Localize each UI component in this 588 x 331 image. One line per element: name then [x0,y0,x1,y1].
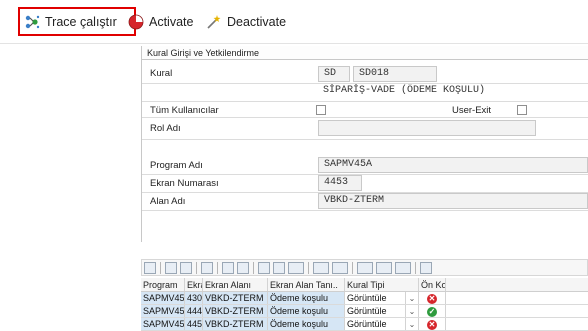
program-adi-label: Program Adı [150,160,203,171]
cell-filler [446,318,588,330]
cell-on-kosul[interactable]: ✕ [419,318,446,330]
cell-ekran-alani: VBKD-ZTERM [203,305,268,317]
activate-icon [128,14,144,30]
error-status-icon: ✕ [427,294,437,304]
row-divider [142,117,588,118]
application-toolbar: Trace çalıştır Activate Deactivate [0,0,588,44]
column-header-ekran-alani[interactable]: Ekran Alanı [203,278,268,291]
cell-ekran-alan-tanimi: Ödeme koşulu [268,318,345,330]
column-header-program[interactable]: Program [141,278,185,291]
cell-kural-tipi[interactable]: Görüntüle [345,292,406,304]
activate-button[interactable]: Activate [128,10,193,34]
cell-kural-tipi[interactable]: Görüntüle [345,318,406,330]
row-divider [142,174,588,175]
details-icon[interactable] [144,261,156,274]
deactivate-button[interactable]: Deactivate [206,10,286,34]
row-divider [142,101,588,102]
trace-run-label: Trace çalıştır [45,14,117,29]
table-row[interactable]: SAPMV45A 4440 VBKD-ZTERM Ödeme koşulu Gö… [141,305,588,318]
column-header-kural-tipi[interactable]: Kural Tipi [345,278,419,291]
program-adi-field[interactable]: SAPMV45A [318,157,588,173]
toolbar-separator [308,261,309,274]
kural-label: Kural [150,68,173,79]
toolbar-separator [253,261,254,274]
cell-ekran: 4303 [185,292,203,304]
kural-description: SİPARİŞ-VADE (ÖDEME KOŞULU) [318,84,588,100]
user-exit-checkbox[interactable] [517,105,527,115]
cell-program: SAPMV45A [141,305,185,317]
cell-ekran-alani: VBKD-ZTERM [203,292,268,304]
export-icon[interactable] [376,261,392,274]
kural-area-field[interactable]: SD [318,66,350,82]
toolbar-separator [196,261,197,274]
toolbar-separator [217,261,218,274]
cell-ekran-alani: VBKD-ZTERM [203,318,268,330]
row-divider [142,139,588,140]
filter-icon[interactable] [288,261,304,274]
ekran-numarasi-field[interactable]: 4453 [318,175,362,191]
cell-ekran: 4440 [185,305,203,317]
row-divider [142,210,588,211]
cell-filler [446,292,588,304]
kural-code-field[interactable]: SD018 [353,66,437,82]
delete-row-icon[interactable] [201,261,213,274]
chevron-down-icon[interactable]: ⌄ [406,292,419,304]
rol-adi-label: Rol Adı [150,123,181,134]
column-header-filler [446,278,588,291]
layout-icon[interactable] [395,261,411,274]
trace-icon [24,14,40,30]
find-icon[interactable] [258,261,270,274]
cell-program: SAPMV45A [141,292,185,304]
sort-descending-icon[interactable] [237,261,249,274]
cell-program: SAPMV45A [141,318,185,330]
column-header-ekran[interactable]: Ekran [185,278,203,291]
check-status-icon: ✓ [427,307,437,317]
cell-ekran: 4453 [185,318,203,330]
user-exit-label: User-Exit [452,105,492,116]
toolbar-separator [415,261,416,274]
grid-header: Program Ekran Ekran Alanı Ekran Alan Tan… [141,278,588,292]
error-status-icon: ✕ [427,320,437,330]
refresh-icon[interactable] [165,261,177,274]
cell-on-kosul[interactable]: ✓ [419,305,446,317]
table-row[interactable]: SAPMV45A 4453 VBKD-ZTERM Ödeme koşulu Gö… [141,318,588,331]
alan-adi-label: Alan Adı [150,196,186,207]
chevron-down-icon[interactable]: ⌄ [406,305,419,317]
copy-icon[interactable] [180,261,192,274]
ekran-numarasi-label: Ekran Numarası [150,178,219,189]
sort-ascending-icon[interactable] [222,261,234,274]
table-row[interactable]: SAPMV45A 4303 VBKD-ZTERM Ödeme koşulu Gö… [141,292,588,305]
toolbar-separator [160,261,161,274]
toolbar-divider [0,43,588,44]
toolbar-separator [352,261,353,274]
cell-kural-tipi[interactable]: Görüntüle [345,305,406,317]
tum-kullanicilar-checkbox[interactable] [316,105,326,115]
sum-icon[interactable] [313,261,329,274]
activate-label: Activate [149,15,194,29]
group-title: Kural Girişi ve Yetkilendirme [142,46,588,60]
rol-adi-field[interactable] [318,120,536,136]
deactivate-icon [206,14,222,30]
print-icon[interactable] [357,261,373,274]
trace-run-button[interactable]: Trace çalıştır [18,7,136,36]
deactivate-label: Deactivate [227,15,287,29]
tum-kullanicilar-label: Tüm Kullanıcılar [150,105,219,116]
info-icon[interactable] [420,261,432,274]
alan-adi-field[interactable]: VBKD-ZTERM [318,193,588,209]
find-next-icon[interactable] [273,261,285,274]
subtotal-icon[interactable] [332,261,348,274]
cell-on-kosul[interactable]: ✕ [419,292,446,304]
cell-ekran-alan-tanimi: Ödeme koşulu [268,292,345,304]
cell-filler [446,305,588,317]
cell-ekran-alan-tanimi: Ödeme koşulu [268,305,345,317]
chevron-down-icon[interactable]: ⌄ [406,318,419,330]
grid-toolbar [141,259,588,276]
column-header-on-kosul[interactable]: Ön Ko.. [419,278,446,291]
rules-grid: Program Ekran Ekran Alanı Ekran Alan Tan… [141,278,588,331]
column-header-ekran-alan-tanimi[interactable]: Ekran Alan Tanı.. [268,278,345,291]
